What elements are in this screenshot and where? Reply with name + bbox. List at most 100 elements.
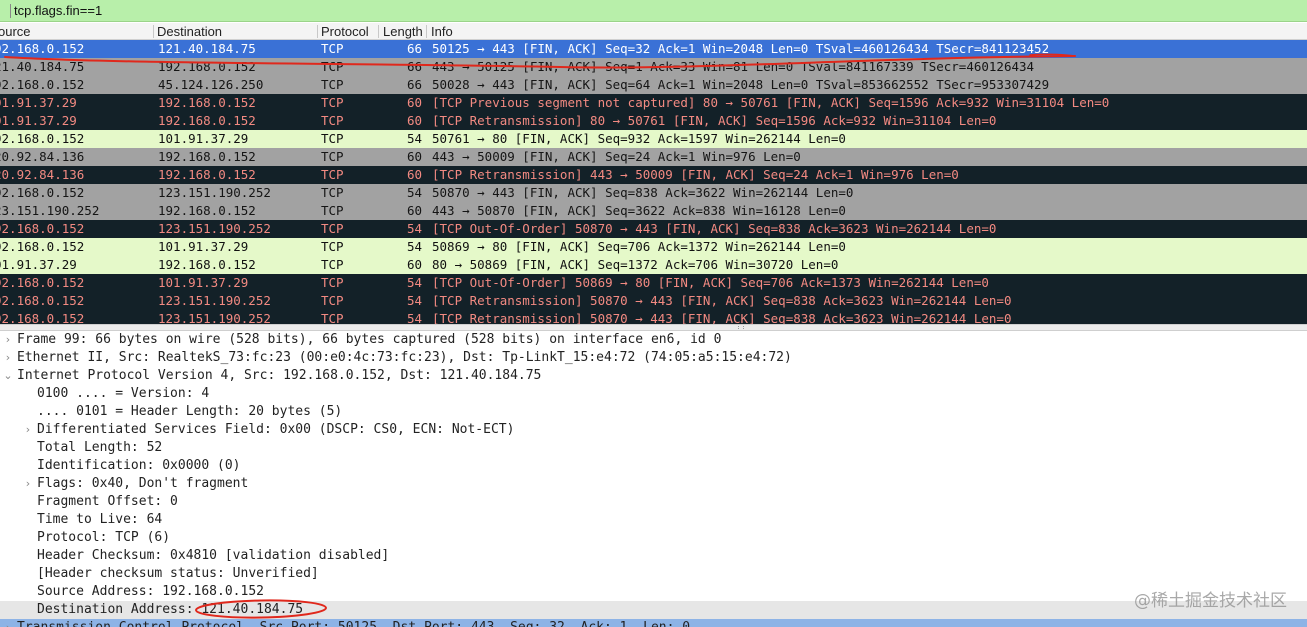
packet-row[interactable]: 92.168.0.152 123.151.190.252 TCP 54 [TCP Ret… bbox=[0, 310, 1307, 324]
packet-source: 92.168.0.152 bbox=[0, 185, 85, 200]
detail-tree-item[interactable]: Total Length: 52 bbox=[0, 439, 1307, 457]
column-separator[interactable] bbox=[153, 25, 154, 38]
detail-tree-label: Frame 99: 66 bytes on wire (528 bits), 6… bbox=[17, 332, 722, 347]
packet-destination: 101.91.37.29 bbox=[158, 239, 249, 254]
packet-info: [TCP Previous segment not captured] 80 →… bbox=[432, 95, 1110, 110]
packet-info: 443 → 50125 [FIN, ACK] Seq=1 Ack=33 Win=… bbox=[432, 59, 1035, 74]
packet-protocol: TCP bbox=[321, 95, 344, 110]
packet-info: 443 → 50009 [FIN, ACK] Seq=24 Ack=1 Win=… bbox=[432, 149, 801, 164]
detail-tree-item[interactable]: ⌄ Internet Protocol Version 4, Src: 192.1… bbox=[0, 367, 1307, 385]
chevron-right-icon[interactable]: › bbox=[2, 331, 14, 349]
packet-source: 92.168.0.152 bbox=[0, 239, 85, 254]
packet-destination: 45.124.126.250 bbox=[158, 77, 264, 92]
column-header-source[interactable]: ource bbox=[0, 24, 148, 40]
packet-row[interactable]: 92.168.0.152 121.40.184.75 TCP 66 50125 → 44… bbox=[0, 40, 1307, 58]
splitter-grip-icon[interactable] bbox=[738, 326, 744, 329]
detail-tree-label: Total Length: 52 bbox=[37, 440, 163, 455]
packet-row[interactable]: 92.168.0.152 101.91.37.29 TCP 54 [TCP Out-Of… bbox=[0, 274, 1307, 292]
detail-tree-item[interactable]: ›Transmission Control Protocol, Src Port… bbox=[0, 619, 1307, 627]
packet-source: 23.151.190.252 bbox=[0, 203, 100, 218]
packet-destination: 101.91.37.29 bbox=[158, 131, 249, 146]
packet-length: 54 bbox=[406, 185, 422, 200]
packet-destination: 123.151.190.252 bbox=[158, 311, 271, 324]
detail-tree-item[interactable]: Header Checksum: 0x4810 [validation disa… bbox=[0, 547, 1307, 565]
detail-tree-item[interactable]: Destination Address: 121.40.184.75 bbox=[0, 601, 1307, 619]
detail-tree-label: Fragment Offset: 0 bbox=[37, 494, 178, 509]
bookmark-icon[interactable] bbox=[2, 4, 11, 18]
packet-row[interactable]: 01.91.37.29 192.168.0.152 TCP 60 80 → 50869 … bbox=[0, 256, 1307, 274]
packet-row[interactable]: 92.168.0.152 45.124.126.250 TCP 66 50028 → 4… bbox=[0, 76, 1307, 94]
packet-protocol: TCP bbox=[321, 131, 344, 146]
packet-row[interactable]: 92.168.0.152 123.151.190.252 TCP 54 [TCP Ret… bbox=[0, 292, 1307, 310]
chevron-right-icon[interactable]: › bbox=[2, 349, 14, 367]
display-filter-input[interactable]: tcp.flags.fin==1 bbox=[14, 3, 102, 18]
detail-tree-label: Identification: 0x0000 (0) bbox=[37, 458, 241, 473]
packet-details-pane[interactable]: › Frame 99: 66 bytes on wire (528 bits), … bbox=[0, 331, 1307, 627]
packet-info: [TCP Retransmission] 50870 → 443 [FIN, A… bbox=[432, 293, 1012, 308]
detail-tree-item[interactable]: › Frame 99: 66 bytes on wire (528 bits), … bbox=[0, 331, 1307, 349]
column-header-destination[interactable]: Destination bbox=[157, 24, 317, 40]
packet-protocol: TCP bbox=[321, 113, 344, 128]
detail-tree-item[interactable]: › Ethernet II, Src: RealtekS_73:fc:23 (00… bbox=[0, 349, 1307, 367]
packet-row[interactable]: 20.92.84.136 192.168.0.152 TCP 60 443 → 5000… bbox=[0, 148, 1307, 166]
packet-destination: 101.91.37.29 bbox=[158, 275, 249, 290]
packet-row[interactable]: 92.168.0.152 123.151.190.252 TCP 54 [TCP Out… bbox=[0, 220, 1307, 238]
chevron-down-icon[interactable]: ⌄ bbox=[2, 367, 14, 385]
packet-row[interactable]: 21.40.184.75 192.168.0.152 TCP 66 443 → 5012… bbox=[0, 58, 1307, 76]
packet-list[interactable]: 92.168.0.152 121.40.184.75 TCP 66 50125 → 44… bbox=[0, 40, 1307, 324]
packet-source: 01.91.37.29 bbox=[0, 95, 77, 110]
detail-tree-item[interactable]: Fragment Offset: 0 bbox=[0, 493, 1307, 511]
packet-row[interactable]: 01.91.37.29 192.168.0.152 TCP 60 [TCP Previo… bbox=[0, 94, 1307, 112]
detail-tree-label: 0100 .... = Version: 4 bbox=[37, 386, 210, 401]
packet-length: 60 bbox=[406, 203, 422, 218]
detail-tree-label: Protocol: TCP (6) bbox=[37, 530, 171, 545]
detail-tree-item[interactable]: Time to Live: 64 bbox=[0, 511, 1307, 529]
packet-protocol: TCP bbox=[321, 59, 344, 74]
packet-source: 92.168.0.152 bbox=[0, 41, 85, 56]
packet-info: 50869 → 80 [FIN, ACK] Seq=706 Ack=1372 W… bbox=[432, 239, 846, 254]
detail-tree-item[interactable]: .... 0101 = Header Length: 20 bytes (5) bbox=[0, 403, 1307, 421]
column-header-length[interactable]: Length bbox=[383, 24, 424, 40]
detail-tree-label: Time to Live: 64 bbox=[37, 512, 163, 527]
packet-length: 54 bbox=[406, 221, 422, 236]
detail-tree-item[interactable]: 0100 .... = Version: 4 bbox=[0, 385, 1307, 403]
detail-tree-label: Source Address: 192.168.0.152 bbox=[37, 584, 264, 599]
packet-length: 54 bbox=[406, 311, 422, 324]
detail-tree-label: Header Checksum: 0x4810 [validation disa… bbox=[37, 548, 390, 563]
detail-tree-item[interactable]: › Differentiated Services Field: 0x00 (DS… bbox=[0, 421, 1307, 439]
packet-info: 50761 → 80 [FIN, ACK] Seq=932 Ack=1597 W… bbox=[432, 131, 846, 146]
packet-source: 92.168.0.152 bbox=[0, 311, 85, 324]
packet-source: 01.91.37.29 bbox=[0, 113, 77, 128]
column-header-info[interactable]: Info bbox=[431, 24, 631, 40]
chevron-right-icon[interactable]: › bbox=[2, 619, 14, 627]
packet-row[interactable]: 92.168.0.152 101.91.37.29 TCP 54 50761 → 80 … bbox=[0, 130, 1307, 148]
watermark: @稀土掘金技术社区 bbox=[1134, 591, 1287, 611]
packet-row[interactable]: 01.91.37.29 192.168.0.152 TCP 60 [TCP Retran… bbox=[0, 112, 1307, 130]
column-separator[interactable] bbox=[317, 25, 318, 38]
detail-tree-item[interactable]: Source Address: 192.168.0.152 bbox=[0, 583, 1307, 601]
packet-length: 60 bbox=[406, 113, 422, 128]
packet-info: 80 → 50869 [FIN, ACK] Seq=1372 Ack=706 W… bbox=[432, 257, 839, 272]
column-header-protocol[interactable]: Protocol bbox=[321, 24, 378, 40]
pane-splitter[interactable] bbox=[0, 324, 1307, 331]
packet-protocol: TCP bbox=[321, 257, 344, 272]
column-separator[interactable] bbox=[426, 25, 427, 38]
detail-tree-label: [Header checksum status: Unverified] bbox=[37, 566, 319, 581]
packet-row[interactable]: 92.168.0.152 101.91.37.29 TCP 54 50869 → 80 … bbox=[0, 238, 1307, 256]
chevron-right-icon[interactable]: › bbox=[22, 421, 34, 439]
packet-source: 92.168.0.152 bbox=[0, 221, 85, 236]
detail-tree-item[interactable]: [Header checksum status: Unverified] bbox=[0, 565, 1307, 583]
column-separator[interactable] bbox=[378, 25, 379, 38]
detail-tree-item[interactable]: › Flags: 0x40, Don't fragment bbox=[0, 475, 1307, 493]
detail-tree-item[interactable]: Identification: 0x0000 (0) bbox=[0, 457, 1307, 475]
packet-row[interactable]: 92.168.0.152 123.151.190.252 TCP 54 50870 → … bbox=[0, 184, 1307, 202]
packet-info: 50028 → 443 [FIN, ACK] Seq=64 Ack=1 Win=… bbox=[432, 77, 1050, 92]
packet-destination: 192.168.0.152 bbox=[158, 203, 256, 218]
packet-length: 60 bbox=[406, 257, 422, 272]
packet-row[interactable]: 23.151.190.252 192.168.0.152 TCP 60 443 → 50… bbox=[0, 202, 1307, 220]
detail-tree-item[interactable]: Protocol: TCP (6) bbox=[0, 529, 1307, 547]
packet-protocol: TCP bbox=[321, 149, 344, 164]
chevron-right-icon[interactable]: › bbox=[22, 475, 34, 493]
display-filter-bar[interactable]: tcp.flags.fin==1 bbox=[0, 0, 1307, 22]
packet-row[interactable]: 20.92.84.136 192.168.0.152 TCP 60 [TCP Retra… bbox=[0, 166, 1307, 184]
